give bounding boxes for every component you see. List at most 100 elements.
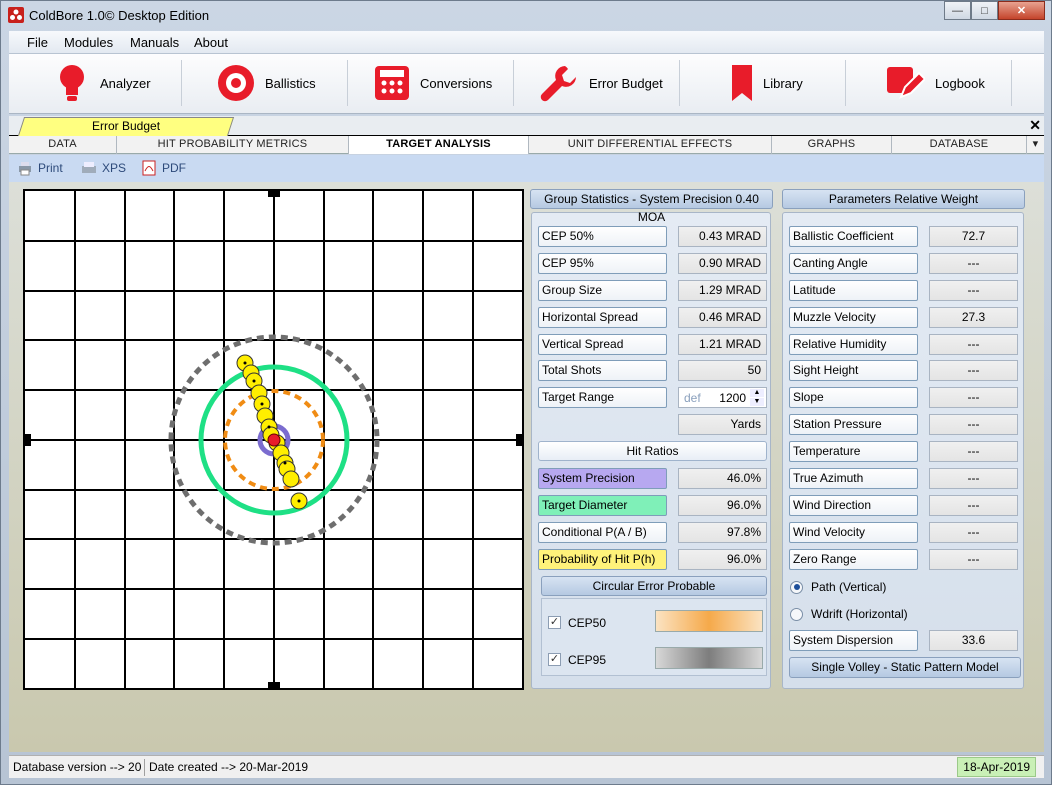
target-range-hint: def <box>684 391 701 405</box>
param-sight-height-label: Sight Height <box>789 360 918 381</box>
cep95-swatch[interactable] <box>655 647 763 669</box>
error-budget-doc-tab[interactable]: Error Budget <box>17 117 235 136</box>
target-analysis-content: Group Statistics - System Precision 0.40… <box>9 182 1044 752</box>
xps-button[interactable]: XPS <box>81 160 126 176</box>
param-latitude-label: Latitude <box>789 280 918 301</box>
wrench-icon <box>540 66 576 102</box>
status-bar: Database version --> 20 Date created -->… <box>9 755 1044 778</box>
param-true-azimuth-label: True Azimuth <box>789 468 918 489</box>
param-latitude-value: --- <box>929 280 1018 301</box>
title-bar: ColdBore 1.0© Desktop Edition — □ ✕ <box>1 1 1051 29</box>
stepper-down-icon[interactable]: ▼ <box>750 398 764 406</box>
menu-modules[interactable]: Modules <box>64 35 113 50</box>
app-window: ColdBore 1.0© Desktop Edition — □ ✕ File… <box>0 0 1052 785</box>
pdf-button[interactable]: PDF <box>141 160 186 176</box>
minimize-button[interactable]: — <box>944 1 971 20</box>
maximize-button[interactable]: □ <box>971 1 998 20</box>
total-shots-value: 50 <box>678 360 767 381</box>
parameters-header: Parameters Relative Weight <box>782 189 1025 209</box>
vertical-spread-label: Vertical Spread <box>538 334 667 355</box>
system-precision-label: System Precision <box>538 468 667 489</box>
tab-database[interactable]: DATABASE <box>892 136 1027 154</box>
tab-unit-differential-effects[interactable]: UNIT DIFFERENTIAL EFFECTS <box>529 136 772 154</box>
conditional-probability-value: 97.8% <box>678 522 767 543</box>
cep50-checkbox[interactable]: ✓ <box>548 616 561 629</box>
cep-box: ✓ CEP50 ✓ CEP95 <box>541 598 767 676</box>
target-range-stepper[interactable]: def 1200 ▲ ▼ <box>678 387 767 408</box>
param-relative-humidity-value: --- <box>929 334 1018 355</box>
param-relative-humidity-label: Relative Humidity <box>789 334 918 355</box>
center-marker-right <box>516 434 522 446</box>
pattern-model-button[interactable]: Single Volley - Static Pattern Model <box>789 657 1021 678</box>
cep50-label: CEP 50% <box>538 226 667 247</box>
radio-unselected-icon <box>790 607 803 621</box>
print-button[interactable]: Print <box>17 160 63 176</box>
group-size-label: Group Size <box>538 280 667 301</box>
target-diameter-value: 96.0% <box>678 495 767 516</box>
param-temperature-label: Temperature <box>789 441 918 462</box>
group-statistics-header: Group Statistics - System Precision 0.40… <box>530 189 773 224</box>
print-toolbar: Print XPS PDF <box>9 155 1044 182</box>
close-button[interactable]: ✕ <box>998 1 1045 20</box>
cep95-checkbox[interactable]: ✓ <box>548 653 561 666</box>
conversions-button[interactable]: Conversions <box>374 54 492 112</box>
ballistics-button[interactable]: Ballistics <box>217 54 316 112</box>
window-title: ColdBore 1.0© Desktop Edition <box>29 8 210 23</box>
param-station-pressure-label: Station Pressure <box>789 414 918 435</box>
error-budget-button[interactable]: Error Budget <box>539 54 663 112</box>
close-doc-icon[interactable]: ✕ <box>1029 117 1041 134</box>
param-slope-value: --- <box>929 387 1018 408</box>
cep50-swatch[interactable] <box>655 610 763 632</box>
menu-bar: File Modules Manuals About <box>9 31 1044 54</box>
cep95-label: CEP 95% <box>538 253 667 274</box>
param-zero-range-value: --- <box>929 549 1018 570</box>
param-ballistic-coefficient-value: 72.7 <box>929 226 1018 247</box>
system-precision-value: 46.0% <box>678 468 767 489</box>
logbook-label: Logbook <box>935 75 985 91</box>
wdrift-horizontal-radio[interactable]: Wdrift (Horizontal) <box>790 607 908 621</box>
horizontal-spread-label: Horizontal Spread <box>538 307 667 328</box>
current-date: 18-Apr-2019 <box>957 757 1036 777</box>
library-button[interactable]: Library <box>731 54 803 112</box>
tab-data[interactable]: DATA <box>9 136 117 154</box>
analyzer-button[interactable]: Analyzer <box>54 54 151 112</box>
hit-ratios-header: Hit Ratios <box>538 441 767 461</box>
stepper-up-icon[interactable]: ▲ <box>750 389 764 397</box>
document-tab-strip: Error Budget ✕ <box>9 116 1044 136</box>
target-range-label: Target Range <box>538 387 667 408</box>
logbook-button[interactable]: Logbook <box>885 54 985 112</box>
param-canting-angle-value: --- <box>929 253 1018 274</box>
param-true-azimuth-value: --- <box>929 468 1018 489</box>
tab-hit-probability-metrics[interactable]: HIT PROBABILITY METRICS <box>117 136 349 154</box>
tab-overflow-chevron-icon[interactable]: ▾ <box>1027 136 1044 154</box>
menu-about[interactable]: About <box>194 35 228 50</box>
menu-manuals[interactable]: Manuals <box>130 35 179 50</box>
center-marker-top <box>268 191 280 197</box>
horizontal-spread-value: 0.46 MRAD <box>678 307 767 328</box>
module-toolbar: Analyzer Ballistics Conversions Error Bu… <box>9 54 1044 114</box>
target-range-input[interactable]: 1200 <box>719 391 746 405</box>
db-version: Database version --> 20 <box>13 760 142 774</box>
target-icon <box>218 65 254 101</box>
param-wind-direction-label: Wind Direction <box>789 495 918 516</box>
error-budget-label: Error Budget <box>589 75 663 91</box>
cep50-value: 0.43 MRAD <box>678 226 767 247</box>
param-slope-label: Slope <box>789 387 918 408</box>
target-diameter-label: Target Diameter <box>538 495 667 516</box>
param-temperature-value: --- <box>929 441 1018 462</box>
param-ballistic-coefficient-label: Ballistic Coefficient <box>789 226 918 247</box>
center-marker-left <box>25 434 31 446</box>
tab-graphs[interactable]: GRAPHS <box>772 136 892 154</box>
center-marker-bottom <box>268 682 280 688</box>
path-vertical-radio[interactable]: Path (Vertical) <box>790 580 886 594</box>
library-label: Library <box>763 75 803 91</box>
param-wind-velocity-value: --- <box>929 522 1018 543</box>
menu-file[interactable]: File <box>27 35 48 50</box>
calculator-icon <box>375 66 409 100</box>
param-station-pressure-value: --- <box>929 414 1018 435</box>
tab-target-analysis[interactable]: TARGET ANALYSIS <box>349 136 529 154</box>
shot-cluster <box>236 354 308 510</box>
conversions-label: Conversions <box>420 75 493 91</box>
vertical-spread-value: 1.21 MRAD <box>678 334 767 355</box>
conditional-probability-label: Conditional P(A / B) <box>538 522 667 543</box>
